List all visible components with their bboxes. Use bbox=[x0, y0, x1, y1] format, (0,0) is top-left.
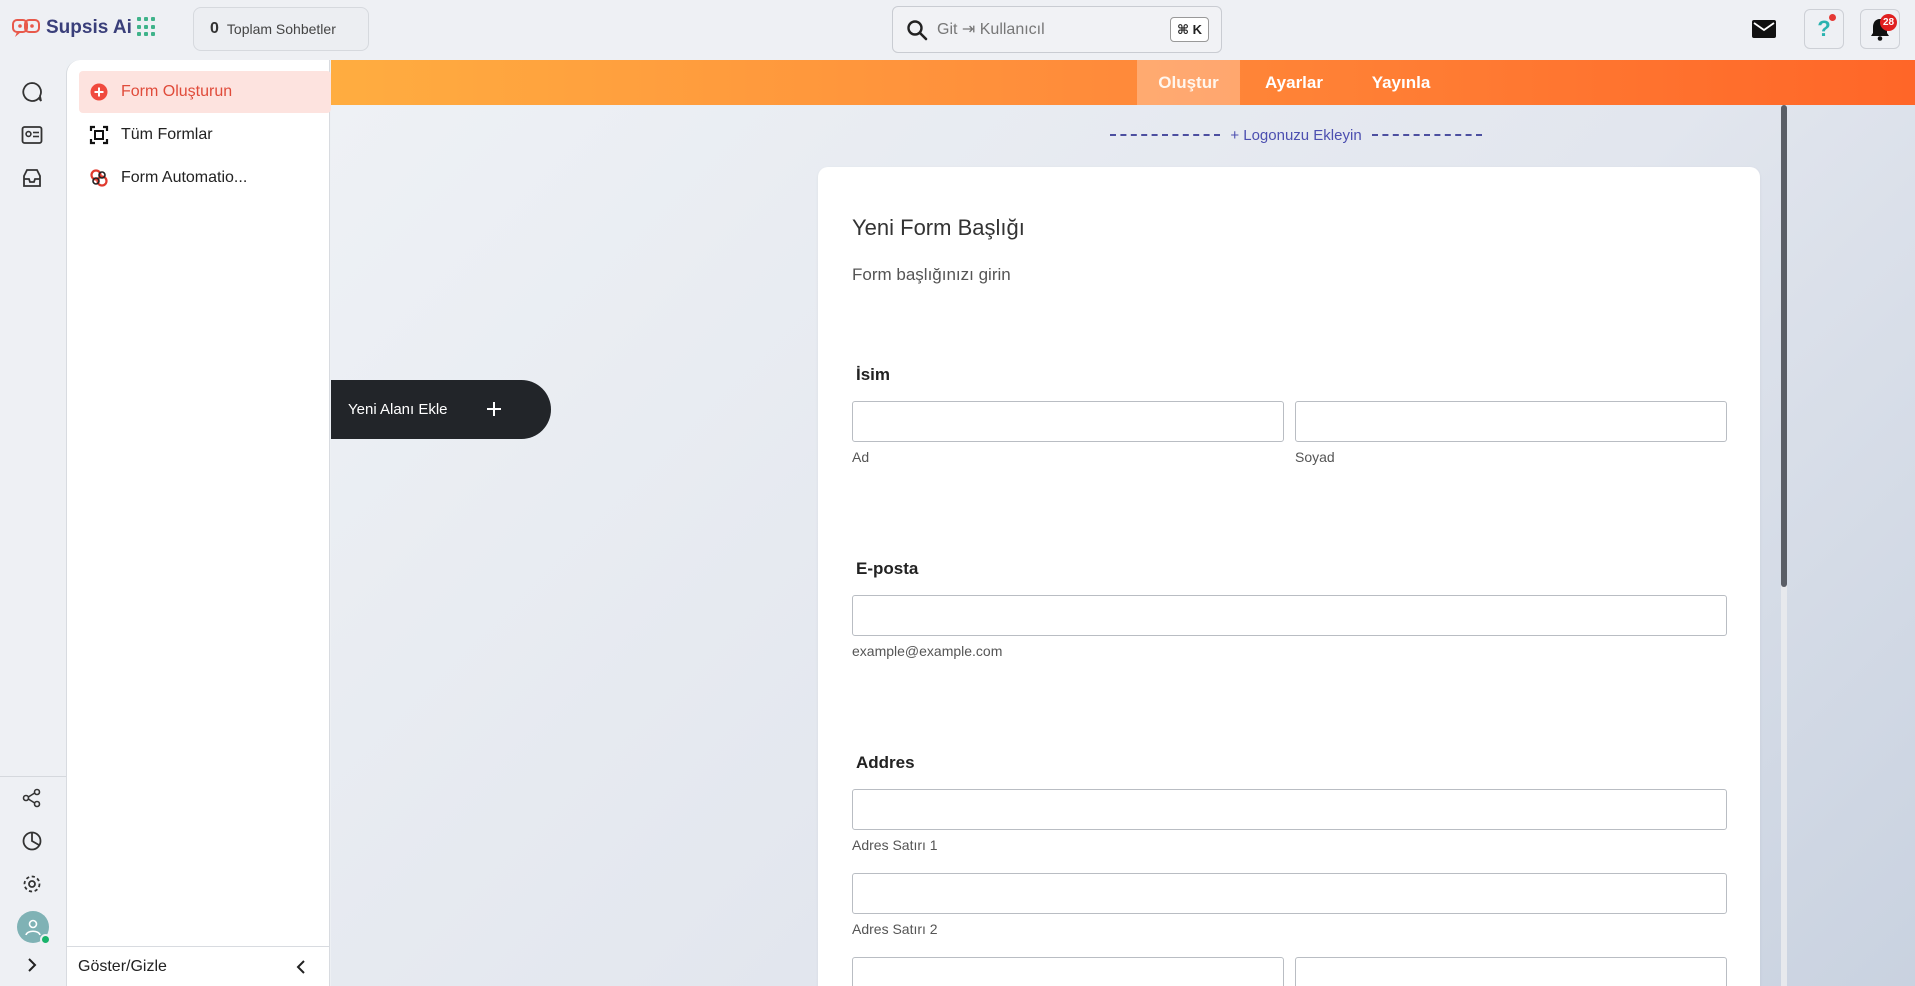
city-input[interactable] bbox=[852, 957, 1284, 986]
sidebar-toggle-label: Göster/Gizle bbox=[78, 957, 167, 975]
help-icon: ? bbox=[1817, 16, 1831, 41]
logo-mark-icon bbox=[12, 14, 42, 42]
inbox-tray-icon bbox=[23, 169, 41, 187]
total-chats-label: Toplam Sohbetler bbox=[226, 21, 336, 37]
plus-icon bbox=[487, 402, 501, 416]
rail-divider bbox=[0, 776, 66, 777]
rail-chats-button[interactable] bbox=[18, 78, 46, 106]
email-sublabel: example@example.com bbox=[852, 643, 1003, 659]
mail-button[interactable] bbox=[1748, 13, 1780, 45]
notification-count-badge: 28 bbox=[1880, 14, 1897, 31]
share-icon bbox=[22, 788, 41, 808]
state-input[interactable] bbox=[1295, 957, 1727, 986]
sidebar-item-all-forms[interactable]: Tüm Formlar bbox=[79, 114, 331, 156]
form-title[interactable]: Yeni Form Başlığı bbox=[852, 215, 1025, 241]
chevron-left-icon[interactable] bbox=[291, 957, 311, 977]
last-name-sublabel: Soyad bbox=[1295, 449, 1335, 465]
user-icon bbox=[25, 919, 41, 936]
user-avatar[interactable] bbox=[17, 911, 51, 945]
sidebar-toggle[interactable]: Göster/Gizle bbox=[67, 946, 329, 986]
form-canvas: + Logonuzu Ekleyin Yeni Alanı Ekle Yeni … bbox=[331, 105, 1915, 986]
help-button[interactable]: ? bbox=[1804, 9, 1844, 49]
add-logo-label: + Logonuzu Ekleyin bbox=[1230, 126, 1362, 144]
tab-publish[interactable]: Yayınla bbox=[1351, 60, 1451, 105]
search-input[interactable] bbox=[937, 20, 1157, 39]
add-logo-area[interactable]: + Logonuzu Ekleyin bbox=[1101, 125, 1491, 145]
sidebar-item-label: Tüm Formlar bbox=[121, 126, 213, 143]
gear-icon bbox=[23, 875, 41, 893]
first-name-input[interactable] bbox=[852, 401, 1284, 442]
search-icon bbox=[907, 19, 928, 40]
add-field-label: Yeni Alanı Ekle bbox=[348, 401, 448, 418]
chat-bubble-icon bbox=[22, 82, 42, 102]
tab-create[interactable]: Oluştur bbox=[1137, 60, 1240, 105]
plus-circle-icon bbox=[89, 82, 109, 102]
rail-share-button[interactable] bbox=[18, 784, 46, 812]
form-builder-bar: Oluştur Ayarlar Yayınla bbox=[331, 60, 1915, 105]
dashed-line bbox=[1110, 134, 1221, 136]
last-name-input[interactable] bbox=[1295, 401, 1727, 442]
dashed-line bbox=[1371, 134, 1482, 136]
shortcut-hint: ⌘ K bbox=[1169, 17, 1209, 42]
first-name-sublabel: Ad bbox=[852, 449, 870, 465]
rail-inbox-button[interactable] bbox=[18, 164, 46, 192]
left-rail bbox=[0, 60, 66, 986]
sidebar-item-create-form[interactable]: Form Oluşturun bbox=[79, 71, 331, 113]
notifications-button[interactable]: 28 bbox=[1860, 9, 1900, 49]
address-line1-input[interactable] bbox=[852, 789, 1727, 830]
address-line2-sublabel: Adres Satırı 2 bbox=[852, 921, 938, 937]
sidebar-item-label: Form Automatio... bbox=[121, 169, 248, 186]
top-bar: Supsis Ai 0 Toplam Sohbetler ⌘ K ? 28 bbox=[0, 0, 1915, 60]
address-line1-sublabel: Adres Satırı 1 bbox=[852, 837, 938, 853]
help-indicator-dot bbox=[1829, 14, 1836, 21]
pie-chart-icon bbox=[22, 831, 42, 851]
search-box[interactable]: ⌘ K bbox=[892, 6, 1222, 53]
scan-icon bbox=[89, 125, 109, 145]
automation-icon bbox=[89, 168, 109, 188]
brand-name: Supsis Ai bbox=[46, 17, 132, 38]
sidebar-item-label: Form Oluşturun bbox=[121, 83, 233, 100]
rail-reports-button[interactable] bbox=[18, 827, 46, 855]
name-field-label[interactable]: İsim bbox=[856, 365, 890, 385]
rail-contacts-button[interactable] bbox=[18, 121, 46, 149]
contact-card-icon bbox=[21, 126, 43, 144]
email-input[interactable] bbox=[852, 595, 1727, 636]
email-field-label[interactable]: E-posta bbox=[856, 559, 918, 579]
add-new-field-button[interactable]: Yeni Alanı Ekle bbox=[331, 380, 551, 439]
rail-settings-button[interactable] bbox=[18, 870, 46, 898]
tab-settings[interactable]: Ayarlar bbox=[1248, 60, 1340, 105]
address-line2-input[interactable] bbox=[852, 873, 1727, 914]
scrollbar-thumb[interactable] bbox=[1781, 105, 1787, 587]
form-card: Yeni Form Başlığı Form başlığınızı girin… bbox=[818, 167, 1760, 986]
canvas-scrollbar[interactable] bbox=[1781, 105, 1787, 986]
sidebar-item-form-automation[interactable]: Form Automatio... bbox=[79, 157, 331, 199]
brand-logo[interactable]: Supsis Ai bbox=[12, 14, 132, 42]
mail-icon bbox=[1752, 20, 1776, 38]
total-chats-counter[interactable]: 0 Toplam Sohbetler bbox=[193, 7, 369, 51]
address-field-label[interactable]: Addres bbox=[856, 753, 915, 773]
online-status-dot bbox=[40, 934, 51, 945]
apps-grid-icon[interactable] bbox=[137, 17, 157, 37]
form-subtitle[interactable]: Form başlığınızı girin bbox=[852, 265, 1011, 285]
forms-sidebar: Form Oluşturun Tüm Formlar Form Automati… bbox=[66, 60, 331, 986]
chevron-right-icon[interactable] bbox=[22, 955, 42, 975]
total-chats-number: 0 bbox=[210, 20, 219, 37]
